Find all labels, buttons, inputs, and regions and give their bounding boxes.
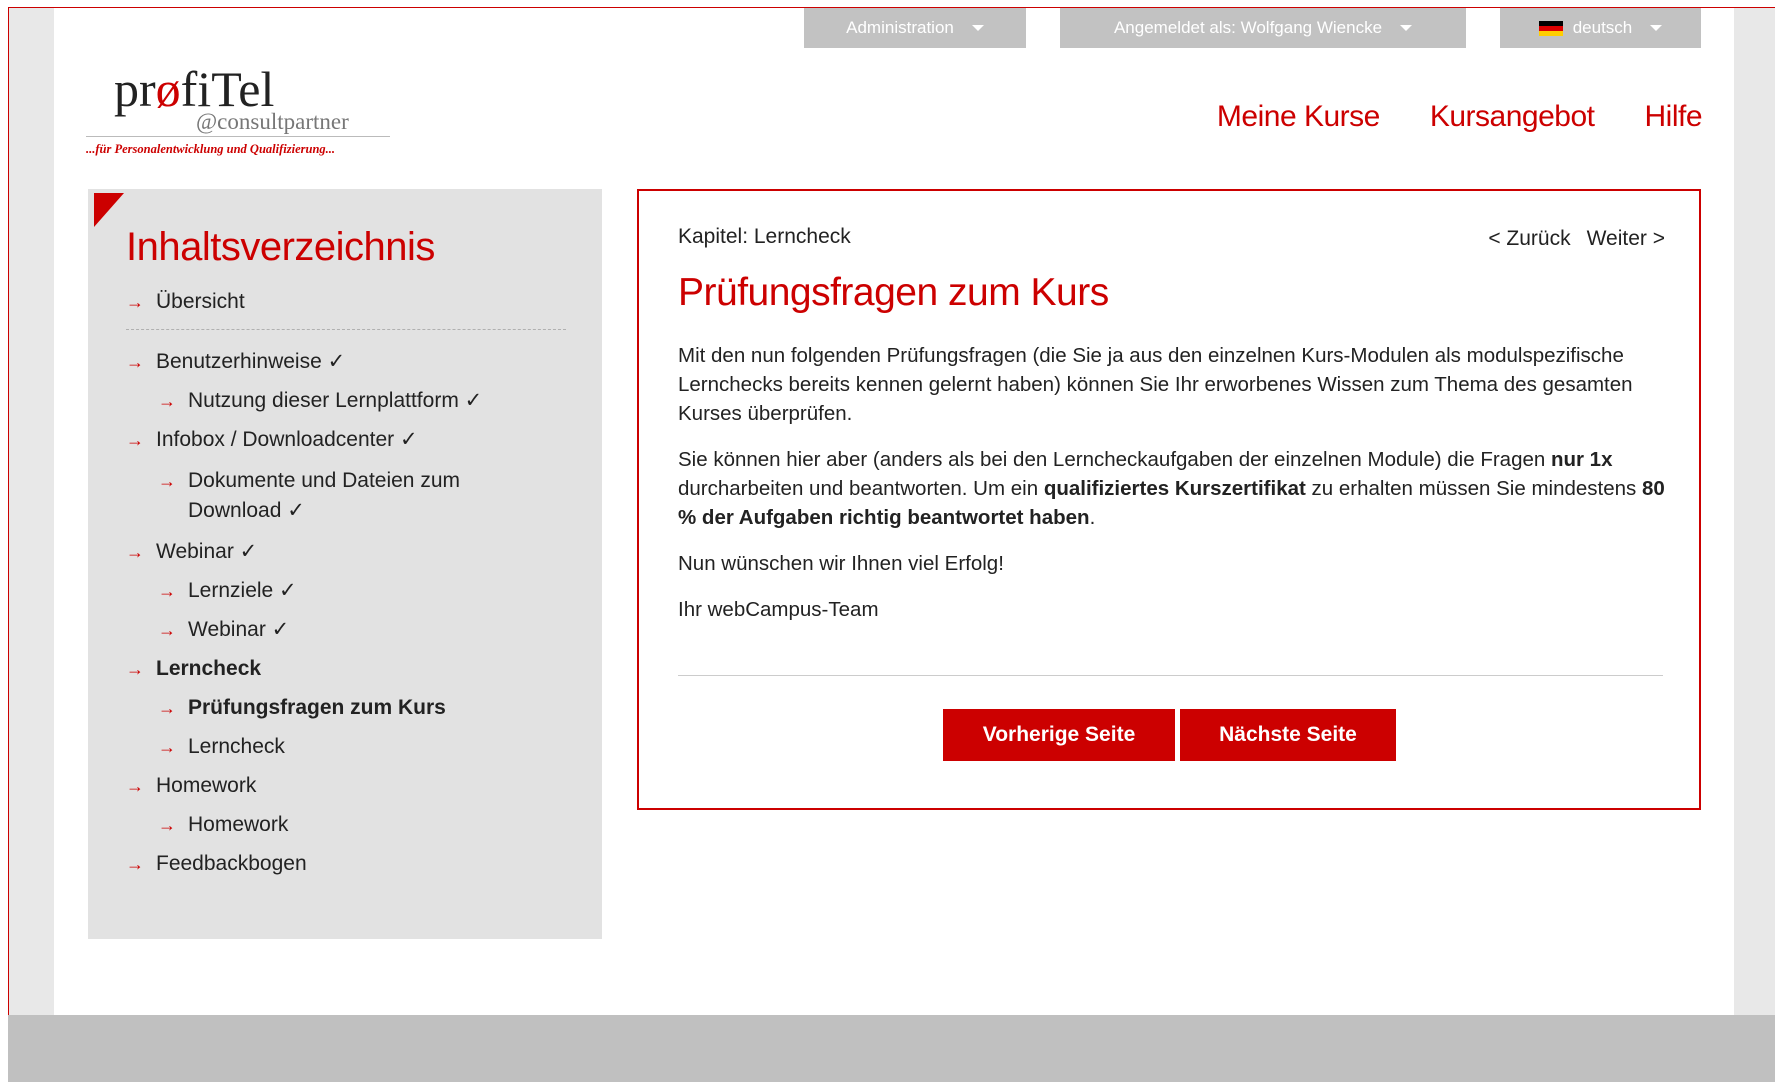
- toc-item-nutzung-lernplattform[interactable]: → Nutzung dieser Lernplattform ✓: [126, 388, 566, 414]
- footer: [8, 1015, 1775, 1082]
- arrow-right-icon: →: [126, 292, 144, 312]
- content-panel: Kapitel: Lerncheck < Zurück Weiter > Prü…: [637, 189, 1701, 810]
- forward-link[interactable]: Weiter >: [1587, 227, 1665, 251]
- toc-item-lernziele[interactable]: → Lernziele ✓: [126, 578, 566, 604]
- arrow-right-icon: →: [126, 430, 144, 450]
- nav-kursangebot[interactable]: Kursangebot: [1430, 100, 1595, 134]
- nav-hilfe[interactable]: Hilfe: [1644, 100, 1702, 134]
- page-title: Prüfungsfragen zum Kurs: [678, 271, 1109, 314]
- toc-item-pruefungsfragen-active[interactable]: → Prüfungsfragen zum Kurs: [126, 695, 566, 721]
- user-label: Angemeldet als: Wolfgang Wiencke: [1113, 18, 1383, 37]
- chevron-down-icon: [1650, 25, 1663, 31]
- language-label: deutsch: [1572, 18, 1633, 37]
- arrow-right-icon: →: [126, 659, 144, 679]
- toc-item-lerncheck-sub[interactable]: → Lerncheck: [126, 734, 566, 760]
- right-gutter: [1734, 8, 1775, 1015]
- arrow-right-icon: →: [126, 542, 144, 562]
- table-of-contents: Inhaltsverzeichnis → Übersicht → Benutzerh…: [88, 189, 602, 939]
- administration-dropdown[interactable]: Administration: [804, 8, 1026, 48]
- arrow-right-icon: →: [158, 391, 176, 411]
- intro-paragraph: Mit den nun folgenden Prüfungsfragen (di…: [678, 344, 1633, 425]
- toc-item-webinar-sub[interactable]: → Webinar ✓: [126, 617, 566, 643]
- arrow-right-icon: →: [158, 698, 176, 718]
- content-divider: [678, 675, 1663, 676]
- chevron-down-icon: [971, 25, 984, 31]
- german-flag-icon: [1538, 20, 1563, 36]
- arrow-right-icon: →: [126, 352, 144, 372]
- toc-item-infobox-downloadcenter[interactable]: → Infobox / Downloadcenter ✓: [126, 427, 566, 453]
- toc-item-lerncheck[interactable]: → Lerncheck: [126, 656, 566, 682]
- signature-text: Ihr webCampus-Team: [678, 598, 879, 621]
- user-account-dropdown[interactable]: Angemeldet als: Wolfgang Wiencke: [1060, 8, 1466, 48]
- toc-item-uebersicht[interactable]: → Übersicht: [126, 289, 566, 315]
- next-page-button[interactable]: Nächste Seite: [1180, 709, 1396, 761]
- back-link[interactable]: < Zurück: [1488, 227, 1570, 251]
- logo-tagline: ...für Personalentwicklung und Qualifizi…: [86, 142, 336, 156]
- good-luck-text: Nun wünschen wir Ihnen viel Erfolg!: [678, 552, 1004, 575]
- arrow-right-icon: →: [158, 737, 176, 757]
- arrow-right-icon: →: [126, 854, 144, 874]
- toc-item-webinar[interactable]: → Webinar ✓: [126, 539, 566, 565]
- nav-meine-kurse[interactable]: Meine Kurse: [1217, 100, 1380, 134]
- arrow-right-icon: →: [158, 620, 176, 640]
- rules-paragraph: Sie können hier aber (anders als bei den…: [678, 448, 1665, 529]
- toc-item-homework[interactable]: → Homework: [126, 773, 566, 799]
- arrow-right-icon: →: [158, 815, 176, 835]
- toc-list: → Übersicht → Benutzerhinweise ✓ → Nutzung …: [126, 289, 566, 877]
- language-dropdown[interactable]: deutsch: [1500, 8, 1701, 48]
- main-navigation: Meine Kurse Kursangebot Hilfe: [1217, 100, 1703, 134]
- toc-item-dokumente-dateien[interactable]: → Dokumente und Dateien zum Download ✓: [126, 466, 528, 526]
- content-body: Mit den nun folgenden Prüfungsfragen (di…: [678, 341, 1668, 641]
- administration-label: Administration: [846, 18, 954, 37]
- chevron-down-icon: [1400, 25, 1413, 31]
- arrow-right-icon: →: [158, 471, 176, 491]
- toc-item-feedbackbogen[interactable]: → Feedbackbogen: [126, 851, 566, 877]
- toc-item-benutzerhinweise[interactable]: → Benutzerhinweise ✓: [126, 349, 566, 375]
- arrow-right-icon: →: [158, 581, 176, 601]
- corner-triangle-icon: [94, 193, 124, 227]
- profitel-logo[interactable]: prøfiTel @consultpartner ...für Personal…: [86, 60, 396, 170]
- toc-separator: [126, 329, 566, 331]
- page-navigation: < Zurück Weiter >: [1488, 227, 1665, 251]
- toc-title: Inhaltsverzeichnis: [126, 225, 435, 269]
- arrow-right-icon: →: [126, 776, 144, 796]
- logo-divider: [86, 136, 390, 137]
- logo-subtitle: @consultpartner: [196, 109, 349, 134]
- previous-page-button[interactable]: Vorherige Seite: [943, 709, 1175, 761]
- left-gutter: [9, 8, 54, 1015]
- chapter-label: Kapitel: Lerncheck: [678, 225, 851, 248]
- toc-item-homework-sub[interactable]: → Homework: [126, 812, 566, 838]
